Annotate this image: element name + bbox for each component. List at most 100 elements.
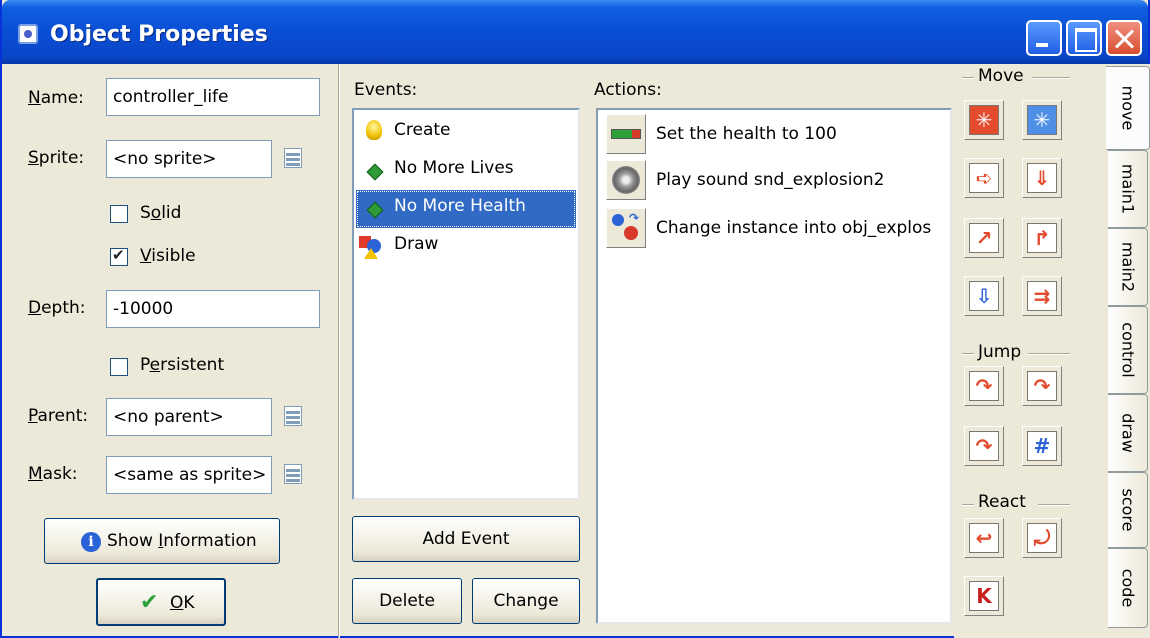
react-heading: React: [978, 492, 1026, 512]
move-free-icon: ✳: [1027, 105, 1057, 135]
action-label: Set the health to 100: [656, 124, 837, 144]
reverse-vertical-icon: ⤾: [1027, 523, 1057, 553]
move-fixed-icon: ✳: [969, 105, 999, 135]
move-towards-icon: ➪: [969, 163, 999, 193]
friction-button[interactable]: ⇩: [964, 276, 1004, 316]
tab-code[interactable]: code: [1108, 548, 1148, 628]
close-button[interactable]: [1106, 20, 1142, 56]
bounce-button[interactable]: K: [964, 576, 1004, 616]
action-label: Play sound snd_explosion2: [656, 170, 885, 190]
vertical-speed-icon: ⇓: [1027, 163, 1057, 193]
action-palette: Move ✳ ✳ ➪ ⇓ ↗ ↱ ⇩ ⇉ Jump ↷ ↷ ↷ # React …: [954, 64, 1106, 638]
reverse-horizontal-icon: ↩: [969, 523, 999, 553]
green-diamond-icon: [366, 163, 384, 181]
reverse-horizontal-button[interactable]: ↩: [964, 518, 1004, 558]
sprite-label: Sprite:: [28, 148, 85, 168]
tab-main1[interactable]: main1: [1108, 150, 1148, 228]
ok-label: OK: [170, 593, 195, 613]
reverse-vertical-button[interactable]: ⤾: [1022, 518, 1062, 558]
parent-label: Parent:: [28, 406, 89, 426]
event-item-no-more-lives[interactable]: No More Lives: [356, 152, 576, 190]
down-arrow-icon: ⇩: [969, 281, 999, 311]
checkmark-icon: ✔: [140, 590, 159, 615]
window-app-icon: [18, 24, 38, 44]
action-item-play-sound[interactable]: Play sound snd_explosion2: [602, 158, 950, 200]
actions-list[interactable]: Set the health to 100 Play sound snd_exp…: [596, 108, 952, 624]
actions-label: Actions:: [594, 80, 662, 100]
tab-draw[interactable]: draw: [1108, 394, 1148, 472]
event-label: No More Lives: [394, 158, 514, 178]
mask-menu-icon[interactable]: [282, 464, 306, 486]
ok-button[interactable]: ✔ OK: [96, 578, 226, 626]
events-list[interactable]: Create No More Lives No More Health Draw: [352, 108, 580, 500]
jump-start-icon: ↷: [1027, 371, 1057, 401]
visible-checkbox[interactable]: [110, 246, 128, 266]
minimize-button[interactable]: [1026, 20, 1062, 56]
solid-label: Solid: [140, 203, 182, 223]
reverse-button[interactable]: ↱: [1022, 218, 1062, 258]
name-label: Name:: [28, 88, 84, 108]
jump-to-position-button[interactable]: ↷: [964, 366, 1004, 406]
horizontal-speed-button[interactable]: ⇉: [1022, 276, 1062, 316]
sprite-menu-icon[interactable]: [282, 148, 306, 170]
window-title: Object Properties: [50, 22, 268, 47]
show-information-label: Show Information: [107, 531, 257, 551]
tab-main2[interactable]: main2: [1108, 228, 1148, 306]
visible-label: Visible: [140, 246, 196, 266]
show-information-button[interactable]: i Show Information: [44, 518, 280, 564]
jump-random-icon: ↷: [969, 431, 999, 461]
mask-field[interactable]: <same as sprite>: [106, 456, 272, 494]
move-fixed-button[interactable]: ✳: [964, 100, 1004, 140]
set-gravity-button[interactable]: ↗: [964, 218, 1004, 258]
maximize-button[interactable]: [1066, 20, 1102, 56]
action-item-set-health[interactable]: Set the health to 100: [602, 112, 950, 154]
parent-field[interactable]: <no parent>: [106, 398, 272, 436]
jump-position-icon: ↷: [969, 371, 999, 401]
move-heading: Move: [978, 66, 1024, 86]
event-item-create[interactable]: Create: [356, 114, 576, 152]
horizontal-arrows-icon: ⇉: [1027, 281, 1057, 311]
event-item-draw[interactable]: Draw: [356, 228, 576, 266]
events-label: Events:: [354, 80, 418, 100]
info-icon: i: [81, 532, 101, 552]
persistent-checkbox[interactable]: [110, 358, 128, 376]
grid-icon: #: [1027, 431, 1057, 461]
jump-heading: Jump: [978, 342, 1022, 362]
parent-menu-icon[interactable]: [282, 406, 306, 428]
left-panel-divider: [338, 64, 340, 638]
solid-checkbox[interactable]: [110, 205, 128, 223]
depth-input[interactable]: -10000: [106, 290, 320, 328]
action-label: Change instance into obj_explos: [656, 218, 932, 238]
name-input[interactable]: controller_life: [106, 78, 320, 116]
add-event-button[interactable]: Add Event: [352, 516, 580, 562]
add-event-label: Add Event: [422, 529, 510, 549]
speed-vertical-button[interactable]: ⇓: [1022, 158, 1062, 198]
action-item-change-instance[interactable]: ↷ Change instance into obj_explos: [602, 206, 950, 248]
object-properties-window: Object Properties Name: controller_life …: [0, 0, 1150, 638]
move-free-button[interactable]: ✳: [1022, 100, 1062, 140]
persistent-label: Persistent: [140, 355, 225, 375]
align-to-grid-button[interactable]: #: [1022, 426, 1062, 466]
event-label: No More Health: [394, 196, 526, 216]
health-bar-icon: [606, 114, 646, 154]
change-label: Change: [493, 591, 559, 611]
tab-move[interactable]: move: [1106, 66, 1150, 150]
tab-control[interactable]: control: [1108, 306, 1148, 394]
bounce-arrow-icon: ↱: [1027, 223, 1057, 253]
move-towards-button[interactable]: ➪: [964, 158, 1004, 198]
event-label: Create: [394, 120, 451, 140]
title-bar[interactable]: Object Properties: [2, 0, 1148, 64]
event-item-no-more-health[interactable]: No More Health: [356, 190, 576, 228]
sprite-field[interactable]: <no sprite>: [106, 140, 272, 178]
diagonal-arrow-icon: ↗: [969, 223, 999, 253]
bounce-icon: K: [969, 581, 999, 611]
event-label: Draw: [394, 234, 439, 254]
draw-shapes-icon: [359, 236, 381, 259]
jump-to-random-button[interactable]: ↷: [964, 426, 1004, 466]
palette-tabs: move main1 main2 control draw score code: [1106, 64, 1150, 638]
delete-button[interactable]: Delete: [352, 578, 462, 624]
change-button[interactable]: Change: [472, 578, 580, 624]
delete-label: Delete: [379, 591, 435, 611]
tab-score[interactable]: score: [1108, 472, 1148, 548]
jump-to-start-button[interactable]: ↷: [1022, 366, 1062, 406]
